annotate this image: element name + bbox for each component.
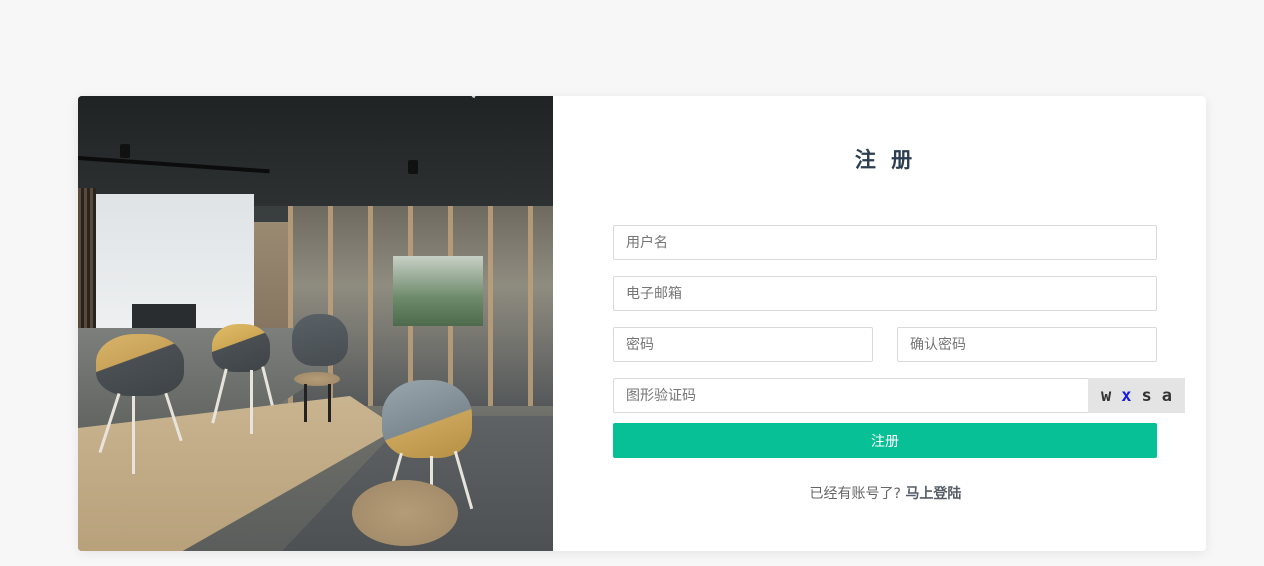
captcha-input[interactable] xyxy=(613,378,1089,413)
photo-monitor xyxy=(132,304,196,332)
photo-round-table xyxy=(352,480,458,546)
photo-chair xyxy=(212,324,270,372)
photo-chair xyxy=(96,334,184,396)
photo-window xyxy=(393,256,483,326)
captcha-image[interactable]: wxsa xyxy=(1088,378,1185,413)
office-interior-photo xyxy=(78,96,553,551)
photo-ceiling xyxy=(78,96,553,206)
photo-chair-leg xyxy=(304,384,307,422)
photo-wood-slats xyxy=(78,188,96,338)
login-prompt-text: 已经有账号了? xyxy=(809,486,901,502)
password-input[interactable] xyxy=(613,327,873,362)
photo-chair-leg xyxy=(132,396,135,474)
captcha-char: w xyxy=(1101,385,1112,406)
username-input[interactable] xyxy=(613,225,1157,260)
photo-chair xyxy=(292,314,348,366)
email-input[interactable] xyxy=(613,276,1157,311)
login-link[interactable]: 马上登陆 xyxy=(905,486,961,502)
captcha-char: x xyxy=(1121,385,1132,406)
captcha-char: a xyxy=(1161,385,1172,406)
confirm-password-input[interactable] xyxy=(897,327,1157,362)
photo-chair-leg xyxy=(250,370,253,434)
captcha-char: s xyxy=(1141,385,1152,406)
login-prompt-row: 已经有账号了? 马上登陆 xyxy=(553,483,1206,503)
photo-door xyxy=(254,222,292,332)
photo-ceiling-lamp xyxy=(408,160,418,174)
register-card: 注 册 wxsa 注册 已经有账号了? 马上登陆 xyxy=(78,96,1206,551)
photo-side-table xyxy=(294,372,340,386)
register-button[interactable]: 注册 xyxy=(613,423,1157,458)
photo-ceiling-lamp xyxy=(120,144,130,158)
photo-chair-leg xyxy=(328,384,331,422)
page-title: 注 册 xyxy=(854,148,917,172)
register-form: 注 册 wxsa 注册 已经有账号了? 马上登陆 xyxy=(553,96,1206,551)
photo-chair xyxy=(382,380,472,458)
